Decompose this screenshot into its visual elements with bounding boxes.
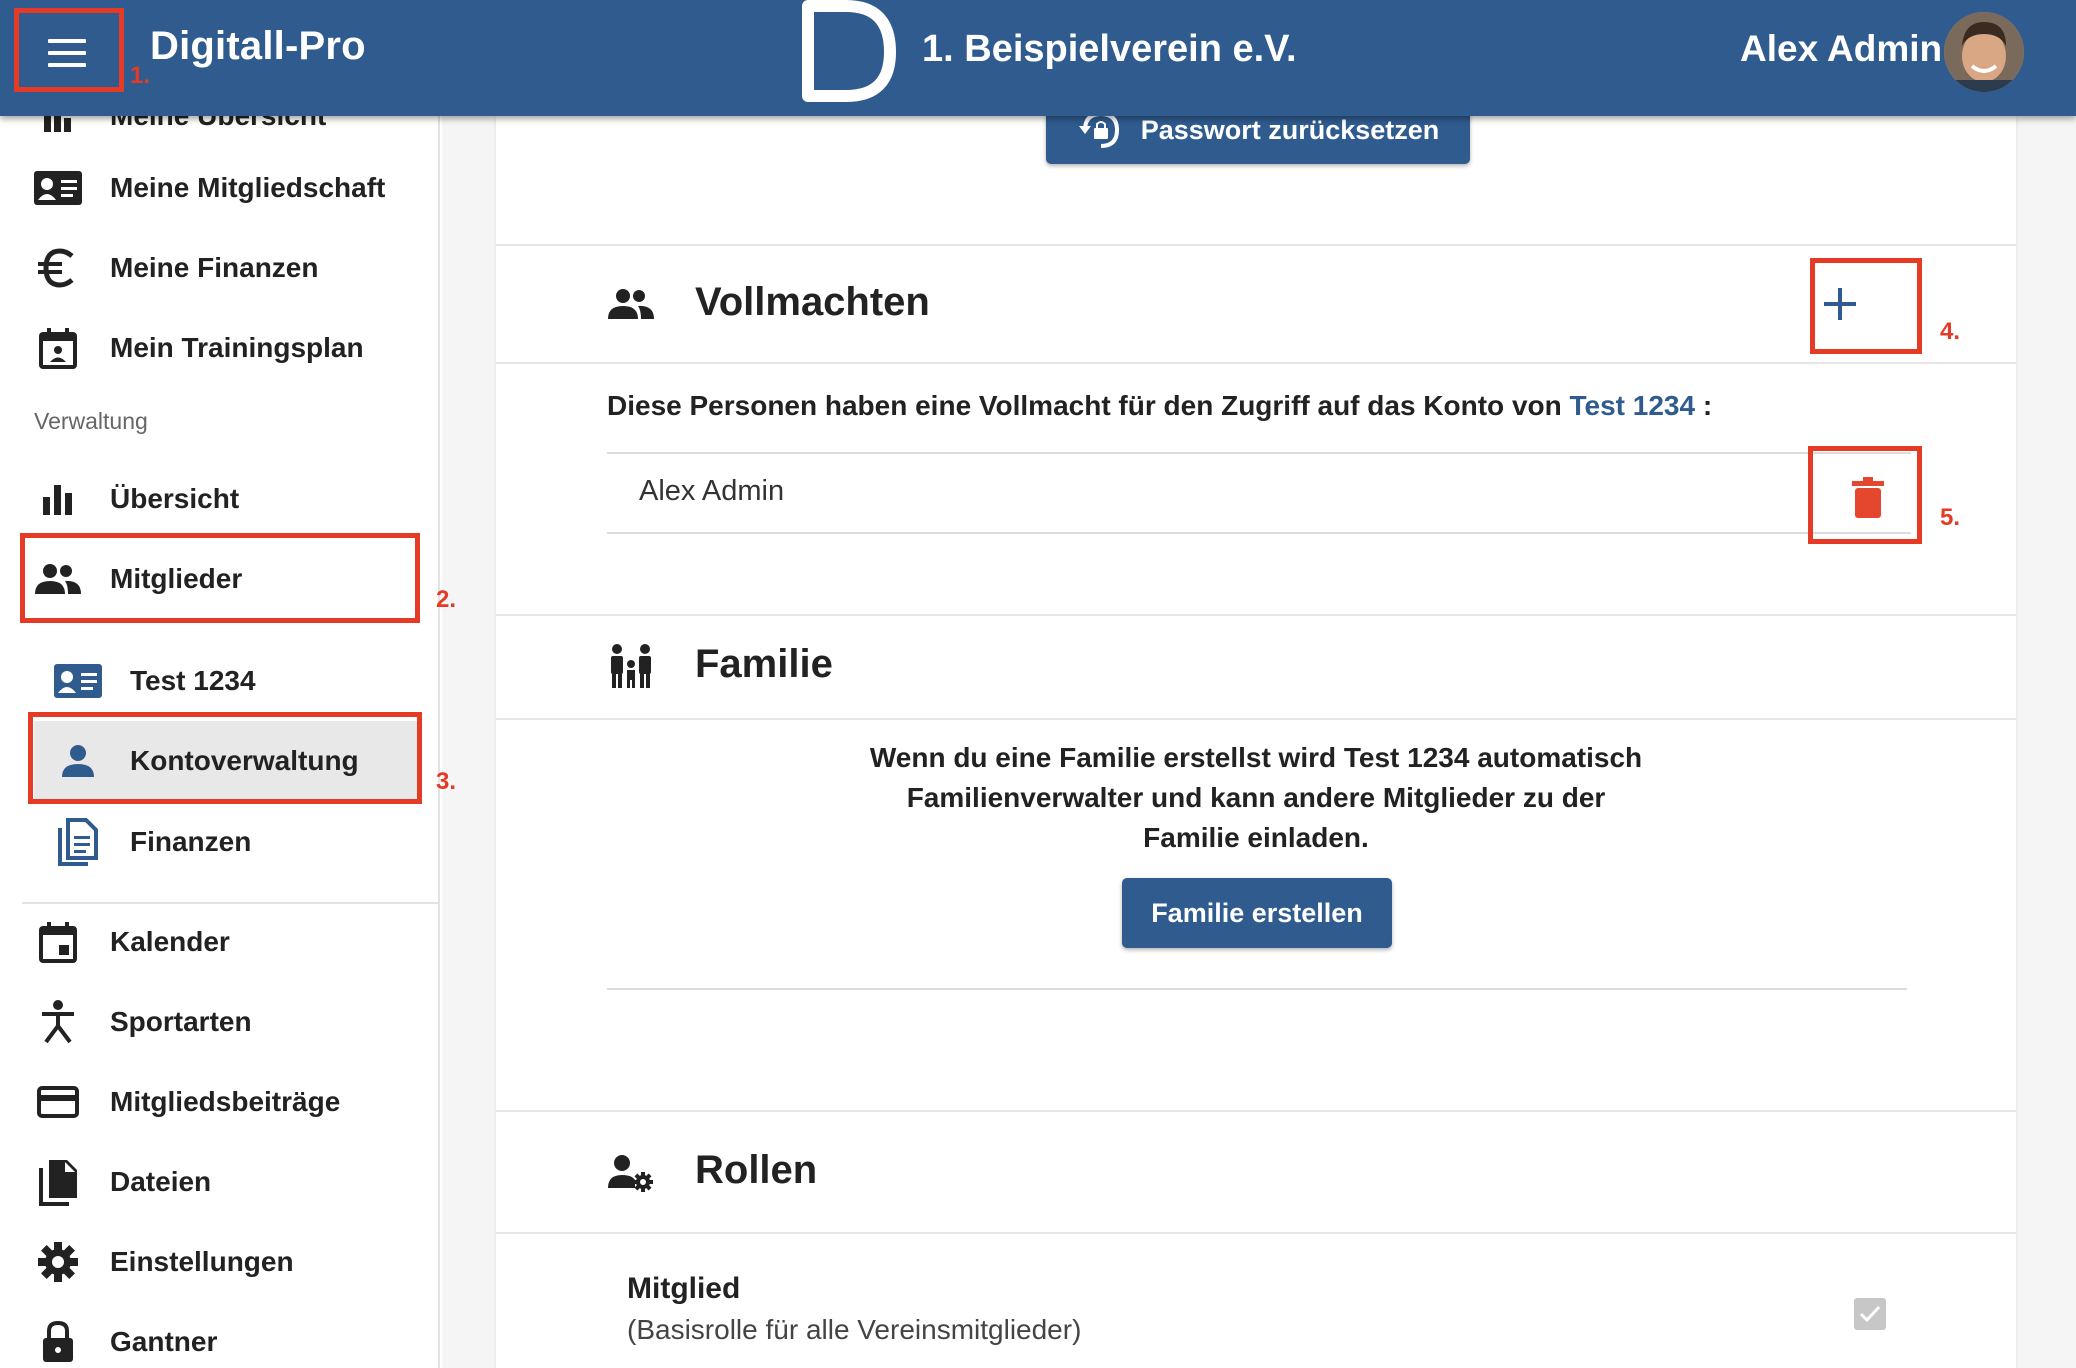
list-top-divider <box>607 452 1911 454</box>
annotation-box-2 <box>20 533 420 623</box>
section-title-familie: Familie <box>695 642 833 686</box>
list-item: Alex Admin <box>639 475 785 507</box>
annotation-label-4: 4. <box>1940 318 1961 345</box>
role-description: (Basisrolle für alle Vereinsmitglieder) <box>627 1314 1082 1345</box>
user-settings-icon <box>608 1155 653 1192</box>
sidebar-item-kalender[interactable]: Kalender <box>0 902 438 982</box>
sidebar-item-meine-finanzen[interactable]: Meine Finanzen <box>0 228 438 308</box>
club-name: 1. Beispielverein e.V. <box>922 28 1297 70</box>
sidebar-item-einstellungen[interactable]: Einstellungen <box>0 1222 438 1302</box>
bar-chart-icon <box>30 471 86 527</box>
avatar[interactable] <box>1944 12 2024 92</box>
brand-title[interactable]: Digitall-Pro <box>150 24 366 69</box>
section-title-vollmachten: Vollmachten <box>695 280 930 324</box>
vollmachten-description: Diese Personen haben eine Vollmacht für … <box>607 390 1713 421</box>
divider <box>496 614 2016 616</box>
divider <box>496 362 2016 364</box>
member-link[interactable]: Test 1234 <box>1570 390 1696 421</box>
sidebar-section-verwaltung: Verwaltung <box>34 408 148 434</box>
annotation-box-1 <box>14 8 124 92</box>
sidebar-item-test-1234[interactable]: Test 1234 <box>0 641 438 721</box>
people-icon <box>608 289 654 319</box>
family-icon <box>611 644 651 688</box>
sidebar-item-meine-mitgliedschaft[interactable]: Meine Mitgliedschaft <box>0 148 438 228</box>
sidebar-item-gantner[interactable]: Gantner <box>0 1302 438 1368</box>
divider <box>607 988 1907 990</box>
sidebar-item-uebersicht[interactable]: Übersicht <box>0 459 438 539</box>
divider <box>496 718 2016 720</box>
list-bottom-divider <box>607 532 1911 534</box>
role-name: Mitglied <box>627 1272 741 1305</box>
sidebar-item-finanzen[interactable]: Finanzen <box>0 802 438 882</box>
bar-chart-icon <box>30 116 86 144</box>
familie-description: Wenn du eine Familie erstellst wird Test… <box>869 742 1643 853</box>
divider <box>496 1110 2016 1112</box>
files-icon <box>30 1154 86 1210</box>
gear-icon <box>30 1234 86 1290</box>
sidebar-item-dateien[interactable]: Dateien <box>0 1142 438 1222</box>
annotation-box-5 <box>1808 446 1922 544</box>
credit-card-icon <box>30 1074 86 1130</box>
annotation-label-1: 1. <box>130 62 151 89</box>
sidebar-item-mein-trainingsplan[interactable]: Mein Trainingsplan <box>0 308 438 388</box>
role-checkbox[interactable] <box>1854 1298 1886 1330</box>
euro-icon <box>30 240 86 296</box>
section-title-rollen: Rollen <box>695 1148 818 1192</box>
document-icon <box>50 814 106 870</box>
create-family-button[interactable]: Familie erstellen <box>1122 878 1392 948</box>
top-app-bar: Digitall-Pro 1. Beispielverein e.V. Alex… <box>0 0 2076 116</box>
annotation-label-2: 2. <box>436 586 457 613</box>
lock-reset-icon <box>1078 111 1119 148</box>
user-name[interactable]: Alex Admin <box>1740 28 1942 70</box>
calendar-person-icon <box>30 320 86 376</box>
sidebar-item-sportarten[interactable]: Sportarten <box>0 982 438 1062</box>
check-icon <box>1859 1305 1881 1323</box>
divider <box>496 244 2016 246</box>
id-card-icon <box>50 653 106 709</box>
id-card-icon <box>30 160 86 216</box>
sport-icon <box>30 994 86 1050</box>
annotation-box-4 <box>1810 258 1922 354</box>
calendar-icon <box>30 914 86 970</box>
sidebar-item-mitgliedsbeitraege[interactable]: Mitgliedsbeiträge <box>0 1062 438 1142</box>
annotation-label-5: 5. <box>1940 504 1961 531</box>
divider <box>496 1232 2016 1234</box>
annotation-box-3 <box>28 712 422 804</box>
club-logo <box>802 0 896 102</box>
lock-icon <box>30 1314 86 1368</box>
annotation-label-3: 3. <box>436 768 457 795</box>
